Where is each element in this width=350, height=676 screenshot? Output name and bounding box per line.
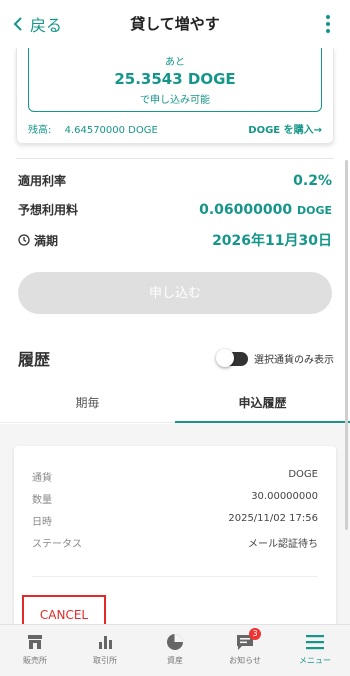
rate-row: 適用利率 0.2% xyxy=(18,172,332,189)
bottom-navigation: 販売所 取引所 資産 3 お知らせ メニュー xyxy=(0,624,350,676)
menu-icon xyxy=(306,635,324,650)
pie-chart-icon xyxy=(167,634,183,650)
nav-menu[interactable]: メニュー xyxy=(280,625,350,676)
shop-icon xyxy=(28,635,42,649)
maturity-row: 満期 2026年11月30日 xyxy=(18,230,332,250)
entry-datetime-row: 日時 2025/11/02 17:56 xyxy=(32,513,318,528)
chevron-left-icon xyxy=(13,17,22,31)
section-divider xyxy=(16,158,334,159)
card-divider xyxy=(32,576,318,577)
entry-key: 日時 xyxy=(32,517,52,528)
balance-label: 残高: xyxy=(28,125,52,136)
scrollbar[interactable] xyxy=(345,160,348,530)
buy-doge-link[interactable]: DOGE を購入→ xyxy=(248,121,322,136)
rate-label: 適用利率 xyxy=(18,174,67,188)
entry-value: DOGE xyxy=(288,469,318,480)
fee-unit: DOGE xyxy=(296,203,332,217)
nav-label: メニュー xyxy=(299,656,331,665)
clock-icon xyxy=(18,234,30,246)
nav-label: 取引所 xyxy=(93,656,117,665)
apply-button[interactable]: 申し込む xyxy=(18,272,332,314)
entry-value: 2025/11/02 17:56 xyxy=(228,513,318,524)
back-label: 戻る xyxy=(30,16,63,35)
currency-filter-toggle: 選択通貨のみ表示 xyxy=(216,348,334,367)
app-header: 戻る 貸して増やす xyxy=(0,0,350,48)
tab-per-period[interactable]: 期毎 xyxy=(0,385,175,422)
nav-shop[interactable]: 販売所 xyxy=(0,625,70,676)
filter-toggle-switch[interactable] xyxy=(216,348,248,367)
balance-row: 残高: 4.64570000 DOGE DOGE を購入→ xyxy=(28,121,322,136)
amount-suffix: で申し込み可能 xyxy=(140,95,210,106)
fee-value: 0.06000000 xyxy=(199,201,293,218)
maturity-label: 満期 xyxy=(34,233,59,248)
entry-status-row: ステータス メール認証待ち xyxy=(32,535,318,550)
more-options-icon[interactable] xyxy=(322,12,334,36)
filter-toggle-label: 選択通貨のみ表示 xyxy=(254,355,334,366)
nav-label: 販売所 xyxy=(23,656,47,665)
history-tabs: 期毎 申込履歴 xyxy=(0,385,350,423)
nav-label: 資産 xyxy=(167,656,183,665)
nav-exchange[interactable]: 取引所 xyxy=(70,625,140,676)
available-amount-box: あと 25.3543 DOGE で申し込み可能 xyxy=(28,40,322,112)
nav-notifications[interactable]: 3 お知らせ xyxy=(210,625,280,676)
available-amount: 25.3543 DOGE xyxy=(114,70,236,88)
nav-label: お知らせ xyxy=(229,656,261,665)
balance-value: 4.64570000 DOGE xyxy=(64,125,158,136)
fee-label: 予想利用料 xyxy=(18,203,79,217)
back-button[interactable]: 戻る xyxy=(12,12,62,36)
summary-content: あと 25.3543 DOGE で申し込み可能 残高: 4.64570000 D… xyxy=(16,40,334,140)
fee-row: 予想利用料 0.06000000 DOGE xyxy=(18,201,332,218)
history-title: 履歴 xyxy=(18,350,51,369)
entry-key: ステータス xyxy=(32,539,82,550)
entry-value: メール認証待ち xyxy=(248,539,318,550)
entry-key: 数量 xyxy=(32,495,52,506)
tab-application-history[interactable]: 申込履歴 xyxy=(175,385,350,423)
entry-key: 通貨 xyxy=(32,473,52,484)
nav-assets[interactable]: 資産 xyxy=(140,625,210,676)
amount-prefix: あと xyxy=(165,57,185,68)
entry-value: 30.00000000 xyxy=(251,491,318,502)
entry-currency-row: 通貨 DOGE xyxy=(32,469,318,484)
maturity-label-wrap: 満期 xyxy=(18,232,58,249)
notification-badge: 3 xyxy=(249,628,261,640)
history-list: 通貨 DOGE 数量 30.00000000 日時 2025/11/02 17:… xyxy=(0,424,350,642)
bar-chart-icon xyxy=(99,636,112,649)
rate-value: 0.2% xyxy=(293,172,332,189)
maturity-value: 2026年11月30日 xyxy=(212,233,332,249)
history-entry-card: 通貨 DOGE 数量 30.00000000 日時 2025/11/02 17:… xyxy=(14,446,336,642)
fee-value-wrap: 0.06000000 DOGE xyxy=(199,202,332,218)
entry-quantity-row: 数量 30.00000000 xyxy=(32,491,318,506)
